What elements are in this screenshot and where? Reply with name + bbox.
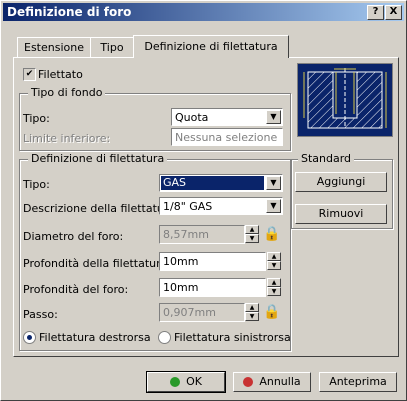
hole-depth-label: Profondità del foro: [23, 283, 129, 296]
close-button[interactable]: X [385, 5, 402, 20]
tab-definizione-filettatura[interactable]: Definizione di filettatura [133, 35, 289, 58]
spin-down-icon[interactable]: ▼ [267, 287, 281, 296]
threaded-label: Filettato [38, 68, 83, 81]
thread-type-label: Tipo: [23, 178, 50, 191]
diameter-label: Diametro del foro: [23, 230, 124, 243]
standard-legend: Standard [298, 152, 355, 165]
spin-up-icon[interactable]: ▲ [245, 303, 259, 312]
pitch-spinner[interactable]: ▲ ▼ [245, 303, 259, 322]
remove-button[interactable]: Rimuovi [295, 204, 387, 224]
spin-up-icon[interactable]: ▲ [267, 252, 281, 261]
thread-definition-legend: Definizione di filettatura [28, 152, 168, 165]
chevron-down-icon[interactable]: ▼ [266, 199, 281, 213]
lower-limit-field[interactable]: Nessuna selezione [171, 128, 283, 146]
tab-estensione[interactable]: Estensione [17, 37, 91, 57]
thread-depth-field[interactable]: 10mm [159, 252, 266, 271]
thread-desc-value: 1/8" GAS [163, 200, 213, 213]
bottom-type-label: Tipo: [23, 112, 50, 125]
lower-limit-label: Limite inferiore: [23, 132, 111, 145]
bottom-type-combo[interactable]: Quota ▼ [171, 108, 283, 126]
pitch-field: 0,907mm [159, 303, 245, 322]
formula-icon[interactable]: 🔒 [262, 302, 282, 322]
thread-depth-spinner[interactable]: ▲ ▼ [267, 252, 281, 271]
right-hand-thread-label: Filettatura destrorsa [39, 331, 151, 344]
ok-dot-icon [170, 377, 181, 387]
thread-desc-label: Descrizione della filettatura: [23, 202, 179, 215]
dialog-window: Definizione di foro ? X Estensione Tipo … [0, 0, 407, 401]
thread-type-value: GAS [161, 176, 264, 190]
spin-up-icon[interactable]: ▲ [267, 278, 281, 287]
thread-type-combo[interactable]: GAS ▼ [159, 174, 283, 192]
hole-depth-spinner[interactable]: ▲ ▼ [267, 278, 281, 297]
left-hand-thread-label: Filettatura sinistrorsa [174, 331, 291, 344]
thread-depth-value: 10mm [163, 255, 199, 268]
thread-preview-image [297, 63, 393, 137]
tab-tipo[interactable]: Tipo [90, 37, 134, 57]
help-button[interactable]: ? [367, 5, 384, 20]
threaded-checkbox[interactable]: ✔ [23, 68, 36, 81]
spin-down-icon[interactable]: ▼ [245, 312, 259, 321]
window-title: Definizione di foro [7, 5, 132, 19]
right-hand-thread-radio[interactable] [23, 331, 36, 344]
ok-button[interactable]: OK [146, 371, 226, 393]
thread-depth-label: Profondità della filettatura: [23, 257, 172, 270]
hole-depth-field[interactable]: 10mm [159, 278, 266, 297]
diameter-value: 8,57mm [163, 228, 209, 241]
preview-button[interactable]: Anteprima [319, 372, 397, 392]
spin-up-icon[interactable]: ▲ [245, 225, 259, 234]
left-hand-thread-radio[interactable] [158, 331, 171, 344]
add-button[interactable]: Aggiungi [295, 172, 387, 192]
chevron-down-icon[interactable]: ▼ [266, 176, 281, 190]
hole-depth-value: 10mm [163, 281, 199, 294]
hole-diagram-icon [303, 68, 387, 129]
bottom-type-legend: Tipo di fondo [28, 86, 106, 99]
pitch-value: 0,907mm [163, 306, 216, 319]
diameter-spinner[interactable]: ▲ ▼ [245, 225, 259, 244]
pitch-label: Passo: [23, 308, 58, 321]
ok-label: OK [186, 375, 202, 388]
lower-limit-value: Nessuna selezione [175, 131, 278, 144]
diameter-field: 8,57mm [159, 225, 245, 244]
spin-down-icon[interactable]: ▼ [267, 261, 281, 270]
chevron-down-icon[interactable]: ▼ [266, 110, 281, 124]
cancel-button[interactable]: Annulla [233, 372, 311, 392]
spin-down-icon[interactable]: ▼ [245, 234, 259, 243]
thread-desc-combo[interactable]: 1/8" GAS ▼ [159, 197, 283, 215]
cancel-dot-icon [243, 377, 254, 387]
title-bar[interactable]: Definizione di foro ? X [3, 3, 404, 21]
formula-icon[interactable]: 🔒 [262, 224, 282, 244]
bottom-type-value: Quota [175, 111, 209, 124]
cancel-label: Annulla [259, 375, 301, 388]
